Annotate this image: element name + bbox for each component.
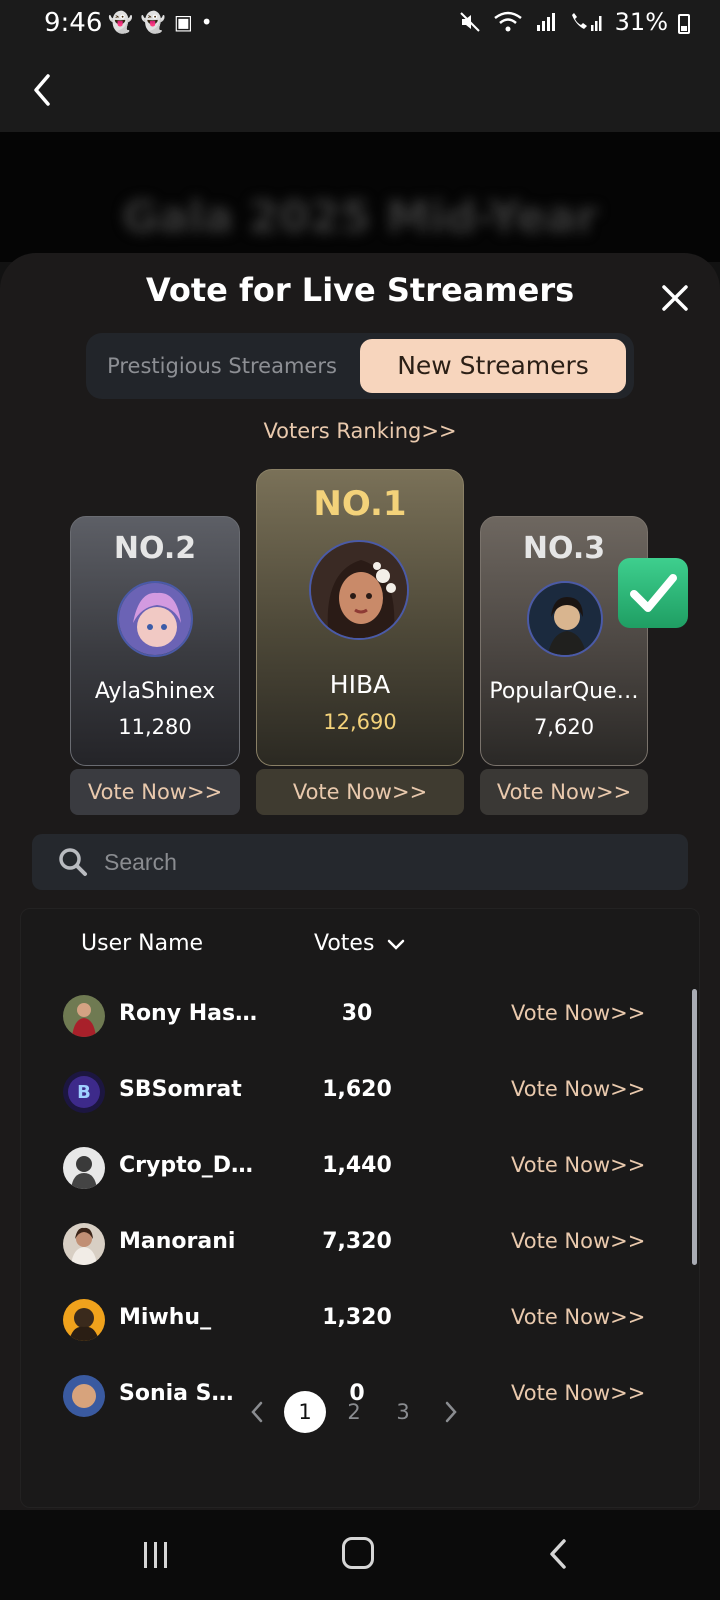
table-rows: Rony Has… 30 Vote Now>> B SBSomrat 1,620… [21, 979, 701, 1437]
table-row: Miwhu_ 1,320 Vote Now>> [21, 1283, 701, 1359]
rank-label: NO.2 [113, 531, 197, 566]
row-user-name: Miwhu_ [119, 1305, 212, 1330]
vote-sheet: Vote for Live Streamers Prestigious Stre… [0, 253, 720, 1510]
search-bar [32, 834, 688, 890]
vote-now-button-first[interactable]: Vote Now>> [256, 769, 464, 815]
search-icon [59, 848, 87, 876]
podium-votes: 7,620 [533, 715, 595, 739]
avatar [63, 1223, 105, 1265]
avatar-night-girl-icon [529, 583, 601, 655]
recent-apps-icon[interactable] [142, 1540, 170, 1570]
mute-icon [459, 12, 480, 32]
row-vote-now-link[interactable]: Vote Now>> [511, 1229, 645, 1253]
svg-text:B: B [77, 1082, 91, 1103]
voters-ranking-link[interactable]: Voters Ranking>> [0, 419, 720, 443]
row-user-name: Rony Has… [119, 1001, 258, 1026]
row-votes: 7,320 [322, 1229, 392, 1254]
notification-icons: 👻 👻 ▣ • [108, 10, 213, 34]
close-icon[interactable] [660, 283, 690, 313]
table-row: Manorani 7,320 Vote Now>> [21, 1207, 701, 1283]
avatar-anime-girl-icon [119, 583, 191, 655]
podium-third[interactable]: NO.3 PopularQue… 7,620 [480, 516, 648, 766]
row-vote-now-link[interactable]: Vote Now>> [511, 1153, 645, 1177]
avatar [63, 1147, 105, 1189]
snapchat-icon-2: 👻 [140, 10, 166, 34]
avatar [63, 995, 105, 1037]
podium-first[interactable]: NO.1 HIBA 12,690 [256, 469, 464, 766]
sheet-title: Vote for Live Streamers [145, 271, 575, 309]
page-1-button[interactable]: 1 [284, 1391, 326, 1433]
call-signal-icon [571, 13, 602, 31]
row-votes: 1,440 [322, 1153, 392, 1178]
system-status-icons: 31% [459, 8, 668, 36]
podium-votes: 11,280 [118, 715, 192, 739]
avatar [309, 540, 409, 640]
avatar [117, 581, 193, 657]
avatar [527, 581, 603, 657]
checkmark-icon [618, 558, 688, 628]
vote-now-button-second[interactable]: Vote Now>> [70, 769, 240, 815]
status-bar: 9:46 👻 👻 ▣ • 31% [0, 0, 720, 48]
sim-icon: ▣ [173, 10, 193, 34]
status-time: 9:46 [44, 8, 103, 38]
avatar [63, 1299, 105, 1341]
page-3-button[interactable]: 3 [382, 1391, 424, 1433]
row-vote-now-link[interactable]: Vote Now>> [511, 1077, 645, 1101]
rank-label: NO.1 [313, 484, 407, 524]
background-banner: Gala 2025 Mid-Year [0, 132, 720, 262]
row-user-name: Crypto_D… [119, 1153, 253, 1178]
wifi-icon [493, 11, 522, 32]
podium-second[interactable]: NO.2 AylaShinex 11,280 [70, 516, 240, 766]
snapchat-icon: 👻 [108, 10, 133, 34]
row-user-name: SBSomrat [119, 1077, 242, 1102]
table-row: B SBSomrat 1,620 Vote Now>> [21, 1055, 701, 1131]
system-nav-bar [0, 1510, 720, 1600]
tab-new-streamers[interactable]: New Streamers [360, 339, 626, 393]
row-vote-now-link[interactable]: Vote Now>> [511, 1305, 645, 1329]
battery-icon [678, 14, 690, 34]
row-votes: 1,320 [322, 1305, 392, 1330]
avatar: B [63, 1071, 105, 1113]
back-arrow-icon[interactable] [30, 70, 54, 110]
pagination: 1 2 3 [21, 1391, 701, 1435]
row-user-name: Manorani [119, 1229, 236, 1254]
chevron-right-icon[interactable] [443, 1399, 459, 1425]
header-user-name: User Name [81, 931, 204, 956]
streamer-tabs: Prestigious Streamers New Streamers [86, 333, 634, 399]
table-scrollbar[interactable] [692, 989, 697, 1265]
podium-name: HIBA [329, 670, 391, 699]
battery-percent: 31% [614, 8, 668, 36]
signal-icon [536, 13, 555, 31]
vote-now-button-third[interactable]: Vote Now>> [480, 769, 648, 815]
home-icon[interactable] [342, 1537, 374, 1569]
row-votes: 1,620 [322, 1077, 392, 1102]
podium-votes: 12,690 [323, 710, 397, 734]
tab-prestigious-streamers[interactable]: Prestigious Streamers [92, 339, 352, 393]
table-row: Crypto_D… 1,440 Vote Now>> [21, 1131, 701, 1207]
avatar-flower-girl-icon [311, 542, 407, 638]
dot-icon: • [200, 10, 213, 34]
row-vote-now-link[interactable]: Vote Now>> [511, 1001, 645, 1025]
chevron-left-icon[interactable] [249, 1399, 265, 1425]
chevron-down-icon[interactable] [387, 939, 405, 951]
row-votes: 30 [341, 1001, 373, 1026]
table-row: Rony Has… 30 Vote Now>> [21, 979, 701, 1055]
podium-name: PopularQue… [489, 679, 639, 704]
background-title: Gala 2025 Mid-Year [122, 192, 598, 243]
page-2-button[interactable]: 2 [333, 1391, 375, 1433]
system-back-icon[interactable] [548, 1538, 568, 1570]
streamer-table: User Name Votes Rony Has… 30 Vote Now>> … [20, 908, 700, 1508]
podium-name: AylaShinex [94, 679, 216, 704]
search-input[interactable] [104, 834, 664, 890]
header-votes[interactable]: Votes [314, 931, 374, 956]
top-bar [0, 48, 720, 132]
